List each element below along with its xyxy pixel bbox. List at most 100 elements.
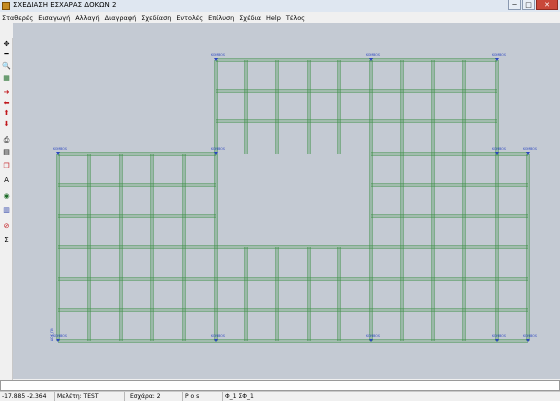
- beam-horizontal[interactable]: [371, 183, 528, 187]
- beam-horizontal[interactable]: [216, 277, 371, 281]
- support-node[interactable]: KOMBOS: [492, 147, 506, 155]
- drawing-canvas[interactable]: KOMBOS KOMBOS KOMBOS KOMBOS KOMBOS KOMBOS KOMB…: [13, 23, 560, 379]
- menu-diagrafi[interactable]: Διαγραφή: [103, 14, 140, 22]
- globe-icon[interactable]: ◉: [2, 192, 11, 201]
- menu-epilysi[interactable]: Επίλυση: [206, 14, 237, 22]
- support-node[interactable]: KOMBOS: [492, 53, 506, 61]
- support-label: KOMBOS: [53, 147, 67, 151]
- beam-vertical[interactable]: [275, 60, 279, 154]
- support-node[interactable]: KOMBOS: [366, 53, 380, 61]
- document-icon[interactable]: ▤: [2, 148, 11, 157]
- menu-schediasi[interactable]: Σχεδίαση: [139, 14, 174, 22]
- beam-vertical[interactable]: [244, 247, 248, 341]
- beam-horizontal[interactable]: [216, 245, 371, 249]
- support-label: KOMBOS: [366, 334, 380, 338]
- beam-vertical[interactable]: [495, 60, 499, 154]
- beam-horizontal[interactable]: [216, 308, 371, 312]
- line-icon[interactable]: ━: [2, 50, 11, 59]
- beam-vertical[interactable]: [400, 60, 404, 154]
- support-label: KOMBOS: [53, 334, 67, 338]
- copy-icon[interactable]: ❐: [2, 162, 11, 171]
- close-button[interactable]: ✕: [536, 0, 558, 10]
- support-node[interactable]: KOMBOS: [211, 147, 225, 155]
- arrow-up-icon[interactable]: ⬆: [2, 109, 11, 118]
- maximize-button[interactable]: □: [522, 0, 535, 10]
- beam-horizontal[interactable]: [216, 89, 497, 93]
- beam-horizontal[interactable]: [58, 245, 216, 249]
- beam-horizontal[interactable]: [371, 339, 528, 343]
- beam-vertical[interactable]: [526, 154, 530, 341]
- support-node[interactable]: KOMBOS: [211, 334, 225, 342]
- beam-horizontal[interactable]: [371, 214, 528, 218]
- support-node[interactable]: KOMBOS: [53, 334, 67, 342]
- beam-vertical[interactable]: [307, 247, 311, 341]
- menu-telos[interactable]: Τέλος: [284, 14, 308, 22]
- support-label: KOMBOS: [492, 147, 506, 151]
- beam-vertical[interactable]: [462, 154, 466, 341]
- beam-horizontal[interactable]: [58, 183, 216, 187]
- command-line-input[interactable]: [0, 380, 560, 391]
- crosshair-icon[interactable]: ✥: [2, 40, 11, 49]
- support-node[interactable]: KOMBOS: [492, 334, 506, 342]
- beam-horizontal[interactable]: [371, 308, 528, 312]
- text-icon[interactable]: A: [2, 176, 11, 185]
- menu-schedia[interactable]: Σχέδια: [237, 14, 264, 22]
- beam-vertical[interactable]: [337, 247, 341, 341]
- minimize-button[interactable]: ─: [508, 0, 521, 10]
- beam-horizontal[interactable]: [58, 308, 216, 312]
- beam-vertical[interactable]: [369, 154, 373, 341]
- beam-vertical[interactable]: [462, 60, 466, 154]
- beam-horizontal[interactable]: [216, 339, 371, 343]
- beam-vertical[interactable]: [400, 154, 404, 341]
- support-label: KOMBOS: [523, 147, 537, 151]
- beam-vertical[interactable]: [244, 60, 248, 154]
- app-icon: [2, 2, 10, 10]
- menu-help[interactable]: Help: [264, 14, 284, 22]
- beam-vertical[interactable]: [369, 60, 373, 154]
- beam-horizontal[interactable]: [216, 58, 497, 62]
- beam-horizontal[interactable]: [58, 277, 216, 281]
- support-node[interactable]: KOMBOS: [53, 147, 67, 155]
- printer-icon[interactable]: ⎙: [2, 136, 11, 145]
- beam-vertical[interactable]: [214, 60, 218, 154]
- beam-vertical[interactable]: [275, 247, 279, 341]
- beam-vertical[interactable]: [119, 154, 123, 341]
- beam-horizontal[interactable]: [58, 339, 216, 343]
- circle-icon[interactable]: ⊘: [2, 222, 11, 231]
- menu-stathers[interactable]: Σταθερές: [0, 14, 36, 22]
- arrow-down-icon[interactable]: ⬇: [2, 120, 11, 129]
- menu-eisagogi[interactable]: Εισαγωγή: [36, 14, 73, 22]
- beam-vertical[interactable]: [214, 154, 218, 341]
- menu-bar: Σταθερές Εισαγωγή Αλλαγή Διαγραφή Σχεδία…: [0, 12, 560, 23]
- beam-vertical[interactable]: [182, 154, 186, 341]
- beam-grid-drawing[interactable]: KOMBOS KOMBOS KOMBOS KOMBOS KOMBOS KOMBOS KOMB…: [13, 23, 560, 379]
- beam-vertical[interactable]: [495, 154, 499, 341]
- beam-horizontal[interactable]: [58, 152, 216, 156]
- arrow-right-icon[interactable]: ➜: [2, 88, 11, 97]
- zoom-icon[interactable]: 🔍: [2, 62, 11, 71]
- beam-vertical[interactable]: [56, 154, 60, 341]
- support-node[interactable]: KOMBOS: [523, 147, 537, 155]
- beam-vertical[interactable]: [87, 154, 91, 341]
- menu-entoles[interactable]: Εντολές: [174, 14, 206, 22]
- chart-icon[interactable]: ▥: [2, 206, 11, 215]
- beam-vertical[interactable]: [150, 154, 154, 341]
- beam-horizontal[interactable]: [371, 245, 528, 249]
- beam-horizontal[interactable]: [371, 277, 528, 281]
- support-node[interactable]: KOMBOS: [366, 334, 380, 342]
- support-node[interactable]: KOMBOS: [211, 53, 225, 61]
- support-label: KOMBOS: [366, 53, 380, 57]
- sigma-icon[interactable]: Σ: [2, 236, 11, 245]
- arrow-left-icon[interactable]: ⬅: [2, 99, 11, 108]
- beam-vertical[interactable]: [431, 60, 435, 154]
- support-label: KOMBOS: [211, 147, 225, 151]
- beam-vertical[interactable]: [337, 60, 341, 154]
- beam-horizontal[interactable]: [216, 119, 497, 123]
- grid-icon[interactable]: ▦: [2, 74, 11, 83]
- support-node[interactable]: KOMBOS: [523, 334, 537, 342]
- beam-horizontal[interactable]: [58, 214, 216, 218]
- beam-vertical[interactable]: [431, 154, 435, 341]
- menu-allagi[interactable]: Αλλαγή: [73, 14, 102, 22]
- beam-vertical[interactable]: [307, 60, 311, 154]
- beam-horizontal[interactable]: [371, 152, 528, 156]
